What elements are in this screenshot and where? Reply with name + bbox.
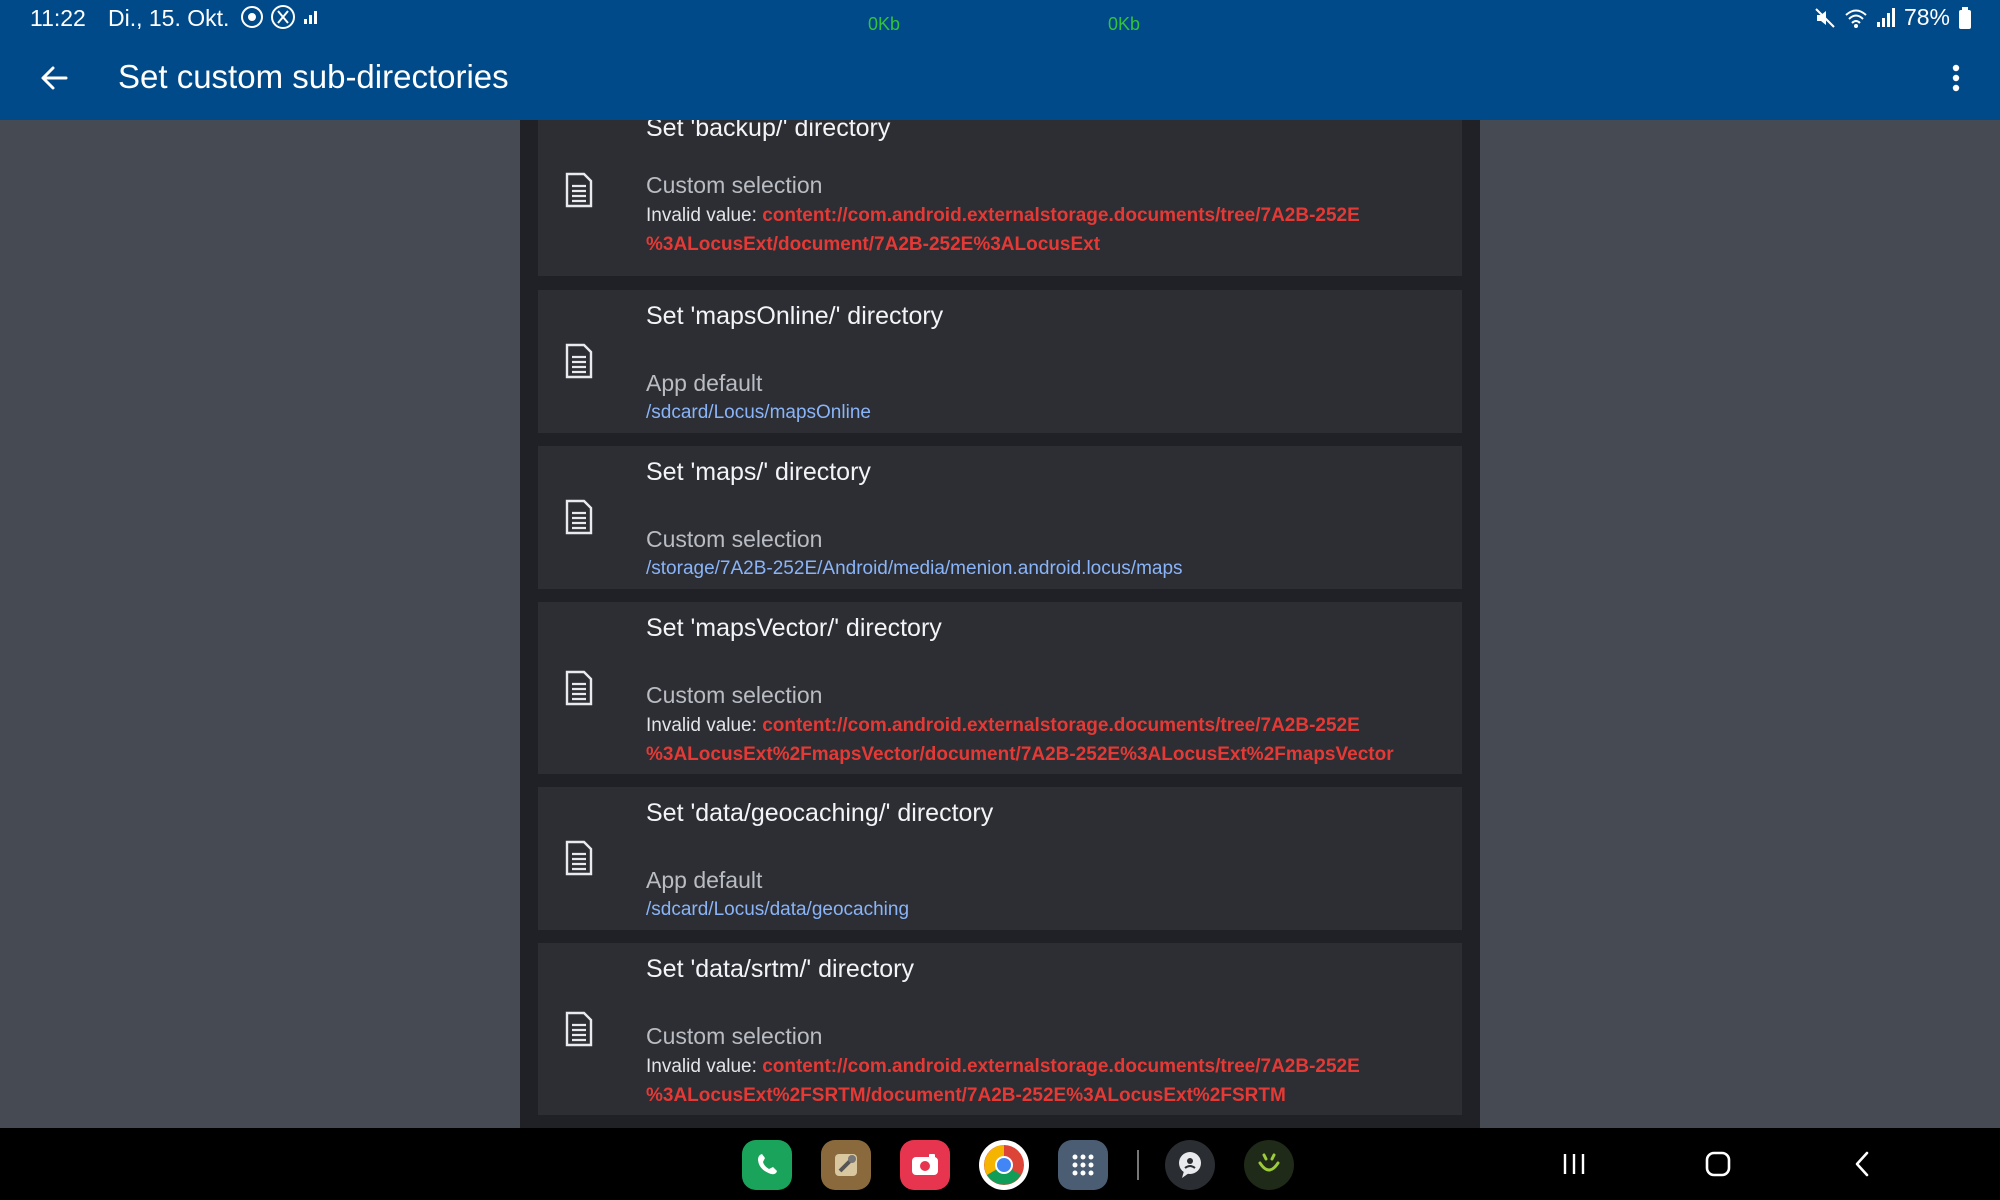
- battery-icon: [1959, 6, 1971, 29]
- top-bar: 11:22 Di., 15. Okt. 0Kb 0Kb 78% Set cust…: [0, 0, 2000, 120]
- mute-icon: [1815, 7, 1835, 28]
- item-title: Set 'mapsOnline/' directory: [646, 302, 944, 330]
- x-logo-icon: [271, 5, 295, 29]
- setting-item-backup[interactable]: Set 'backup/' directory Custom selection…: [538, 120, 1462, 276]
- back-button[interactable]: [30, 56, 78, 100]
- item-title: Set 'maps/' directory: [646, 458, 871, 486]
- item-subtitle: Custom selection: [646, 526, 823, 552]
- net-upload-speed: 0Kb: [1108, 14, 1141, 34]
- item-value: /sdcard/Locus/data/geocaching: [646, 895, 1446, 924]
- settings-list: Set 'backup/' directory Custom selection…: [520, 120, 1480, 1128]
- item-title: Set 'data/srtm/' directory: [646, 955, 914, 983]
- invalid-value-label: Invalid value:: [646, 1056, 763, 1077]
- invalid-value-line1: content://com.android.externalstorage.do…: [762, 715, 1360, 736]
- recents-icon: [1563, 1154, 1585, 1174]
- phone-icon: [758, 1154, 777, 1175]
- battery-percent: 78%: [1903, 4, 1950, 30]
- setting-item-geocaching[interactable]: Set 'data/geocaching/' directory App def…: [538, 787, 1462, 930]
- net-download-speed: 0Kb: [868, 14, 901, 34]
- cell-signal-icon: [1876, 7, 1895, 27]
- document-icon: [565, 343, 593, 379]
- page-title: Set custom sub-directories: [118, 58, 509, 95]
- invalid-value-label: Invalid value:: [646, 205, 763, 226]
- arrow-left-icon: [41, 66, 68, 90]
- status-time: 11:22: [30, 5, 86, 31]
- chat-bubble-icon: [1179, 1152, 1201, 1178]
- navigation-bar: [0, 1128, 2000, 1200]
- setting-item-srtm[interactable]: Set 'data/srtm/' directory Custom select…: [538, 943, 1462, 1115]
- item-value: Invalid value: content://com.android.ext…: [646, 201, 1446, 259]
- item-subtitle: Custom selection: [646, 172, 823, 198]
- invalid-value-line1: content://com.android.externalstorage.do…: [762, 205, 1360, 226]
- invalid-value-line2: %3ALocusExt%2FmapsVector/document/7A2B-2…: [646, 744, 1394, 765]
- chrome-icon: [984, 1145, 1024, 1185]
- item-title: Set 'backup/' directory: [646, 120, 891, 142]
- app-dock: [742, 1140, 1323, 1190]
- camera-app[interactable]: [900, 1140, 950, 1190]
- wifi-icon: [1845, 9, 1867, 28]
- status-right-icons: 78%: [1814, 4, 1972, 31]
- chevron-left-icon: [1855, 1151, 1869, 1177]
- item-subtitle: Custom selection: [646, 682, 823, 708]
- more-vert-icon: [1952, 64, 1960, 92]
- document-icon: [565, 499, 593, 535]
- invalid-value-line2: %3ALocusExt%2FSRTM/document/7A2B-252E%3A…: [646, 1085, 1286, 1106]
- tools-app[interactable]: [821, 1140, 871, 1190]
- item-value: Invalid value: content://com.android.ext…: [646, 711, 1446, 769]
- wrench-icon: [835, 1154, 857, 1176]
- item-subtitle: App default: [646, 370, 763, 396]
- document-icon: [565, 840, 593, 876]
- directory-path: /sdcard/Locus/mapsOnline: [646, 402, 871, 423]
- messenger-app[interactable]: [1165, 1140, 1215, 1190]
- chrome-app[interactable]: [979, 1140, 1029, 1190]
- setting-item-mapsvector[interactable]: Set 'mapsVector/' directory Custom selec…: [538, 602, 1462, 774]
- item-value: /storage/7A2B-252E/Android/media/menion.…: [646, 554, 1446, 583]
- camera-icon: [912, 1154, 938, 1175]
- document-icon: [565, 1011, 593, 1047]
- setting-item-mapsonline[interactable]: Set 'mapsOnline/' directory App default …: [538, 290, 1462, 433]
- home-button[interactable]: [1698, 1146, 1738, 1182]
- home-icon: [1705, 1151, 1731, 1177]
- status-notification-icons: [240, 4, 320, 30]
- app-drawer-button[interactable]: [1058, 1140, 1108, 1190]
- dock-divider: [1137, 1150, 1139, 1180]
- target-icon: [241, 6, 263, 28]
- invalid-value-label: Invalid value:: [646, 715, 763, 736]
- grid-icon: [1072, 1154, 1094, 1176]
- status-date: Di., 15. Okt.: [108, 5, 230, 31]
- status-bar: 11:22 Di., 15. Okt. 0Kb 0Kb 78%: [0, 0, 2000, 36]
- setting-item-maps[interactable]: Set 'maps/' directory Custom selection /…: [538, 446, 1462, 589]
- phone-app[interactable]: [742, 1140, 792, 1190]
- smiley-icon: [1258, 1153, 1280, 1172]
- item-subtitle: App default: [646, 867, 763, 893]
- document-icon: [565, 172, 593, 208]
- signal-small-icon: [304, 11, 317, 24]
- recent-apps-button[interactable]: [1554, 1146, 1594, 1182]
- item-subtitle: Custom selection: [646, 1023, 823, 1049]
- overflow-menu-button[interactable]: [1938, 58, 1974, 98]
- smiley-app[interactable]: [1244, 1140, 1294, 1190]
- item-title: Set 'mapsVector/' directory: [646, 614, 942, 642]
- nav-back-button[interactable]: [1842, 1146, 1882, 1182]
- invalid-value-line2: %3ALocusExt/document/7A2B-252E%3ALocusEx…: [646, 234, 1101, 255]
- directory-path: /storage/7A2B-252E/Android/media/menion.…: [646, 558, 1183, 579]
- item-value: /sdcard/Locus/mapsOnline: [646, 398, 1446, 427]
- item-value: Invalid value: content://com.android.ext…: [646, 1052, 1446, 1110]
- invalid-value-line1: content://com.android.externalstorage.do…: [762, 1056, 1360, 1077]
- directory-path: /sdcard/Locus/data/geocaching: [646, 899, 910, 920]
- item-title: Set 'data/geocaching/' directory: [646, 799, 994, 827]
- document-icon: [565, 670, 593, 706]
- app-bar: Set custom sub-directories: [0, 36, 2000, 120]
